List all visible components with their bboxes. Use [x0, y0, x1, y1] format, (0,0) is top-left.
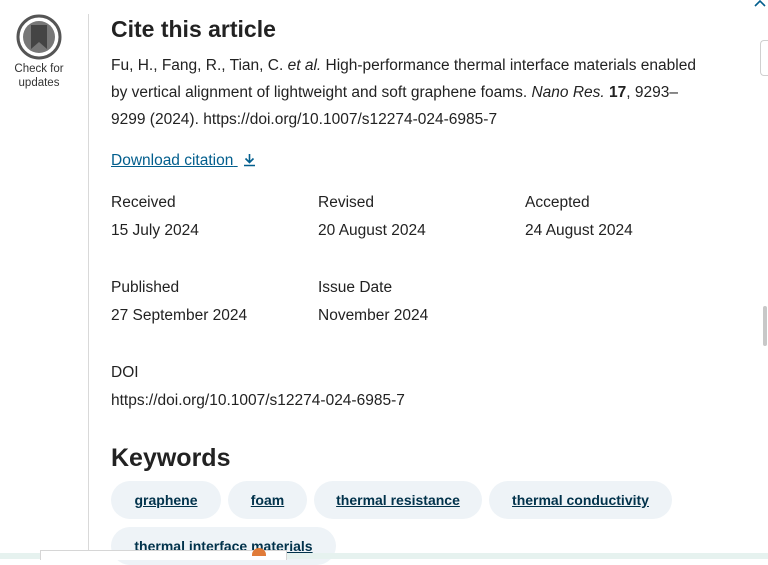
- accepted-label: Accepted: [525, 194, 590, 211]
- download-citation-link[interactable]: Download citation: [111, 150, 256, 172]
- citation-journal: Nano Res.: [531, 84, 605, 101]
- received-value: 15 July 2024: [111, 222, 199, 239]
- published-date: Published 27 September 2024: [111, 277, 247, 327]
- revised-label: Revised: [318, 194, 374, 211]
- badge-label-line2: updates: [18, 77, 60, 89]
- citation-authors: Fu, H., Fang, R., Tian, C.: [111, 57, 284, 74]
- sidebar: Check for updates: [0, 0, 88, 559]
- doi-block: DOI https://doi.org/10.1007/s12274-024-6…: [111, 362, 405, 412]
- download-icon: [243, 154, 255, 167]
- scrollbar-thumb[interactable]: [763, 306, 767, 346]
- published-label: Published: [111, 279, 180, 296]
- citation-volume: 17: [609, 84, 627, 101]
- vertical-divider: [88, 14, 89, 559]
- keywords-title: Keywords: [111, 444, 231, 472]
- avatar: [252, 548, 266, 556]
- badge-label-line1: Check for: [14, 63, 64, 75]
- received-label: Received: [111, 194, 176, 211]
- cite-title: Cite this article: [111, 16, 276, 42]
- chevron-up-icon[interactable]: [752, 0, 768, 10]
- citation-text: Fu, H., Fang, R., Tian, C. et al. High-p…: [111, 52, 711, 133]
- keyword-pill[interactable]: thermal resistance: [314, 481, 482, 519]
- issue-label: Issue Date: [318, 279, 393, 296]
- received-date: Received 15 July 2024: [111, 192, 199, 242]
- published-value: 27 September 2024: [111, 307, 248, 324]
- side-panel-tab[interactable]: [760, 40, 768, 76]
- doi-label: DOI: [111, 364, 139, 381]
- download-citation-label: Download citation: [111, 152, 234, 169]
- keyword-pill[interactable]: thermal conductivity: [489, 481, 672, 519]
- check-for-updates-badge[interactable]: Check for updates: [8, 14, 70, 90]
- bookmark-check-icon: [16, 14, 62, 60]
- doi-value: https://doi.org/10.1007/s12274-024-6985-…: [111, 392, 405, 409]
- keyword-pill[interactable]: graphene: [111, 481, 221, 519]
- issue-value: November 2024: [318, 307, 429, 324]
- accepted-date: Accepted 24 August 2024: [525, 192, 633, 242]
- issue-date: Issue Date November 2024: [318, 277, 428, 327]
- revised-date: Revised 20 August 2024: [318, 192, 426, 242]
- revised-value: 20 August 2024: [318, 222, 426, 239]
- keyword-pill[interactable]: foam: [228, 481, 307, 519]
- citation-etal: et al.: [287, 57, 322, 74]
- accepted-value: 24 August 2024: [525, 222, 633, 239]
